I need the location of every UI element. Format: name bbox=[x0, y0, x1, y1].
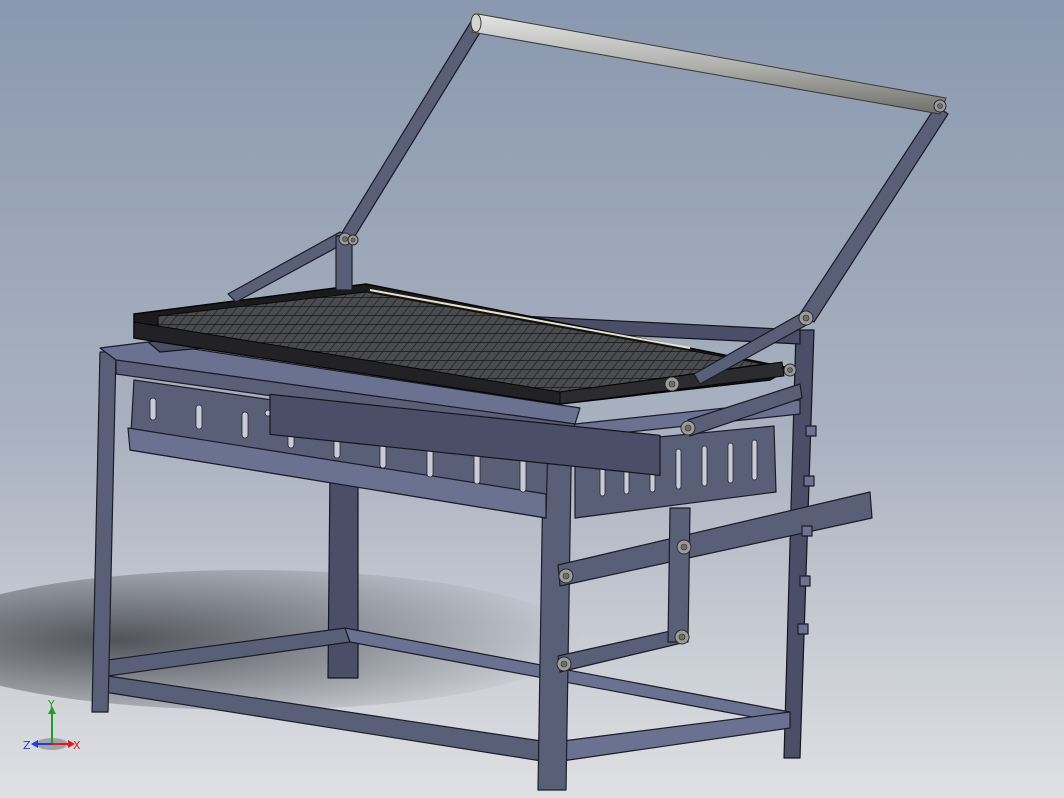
cad-model-view[interactable] bbox=[0, 0, 1064, 798]
linkage-vertical-bar bbox=[667, 507, 691, 643]
axis-triad[interactable]: Y X Z bbox=[22, 700, 82, 760]
triad-x-label: X bbox=[73, 739, 81, 752]
back-left-leg bbox=[327, 469, 359, 679]
triad-z-label: Z bbox=[23, 739, 31, 752]
cad-viewport[interactable]: Y X Z bbox=[0, 0, 1064, 798]
triad-z-arrow-icon bbox=[31, 740, 38, 748]
triad-y-label: Y bbox=[47, 700, 55, 711]
